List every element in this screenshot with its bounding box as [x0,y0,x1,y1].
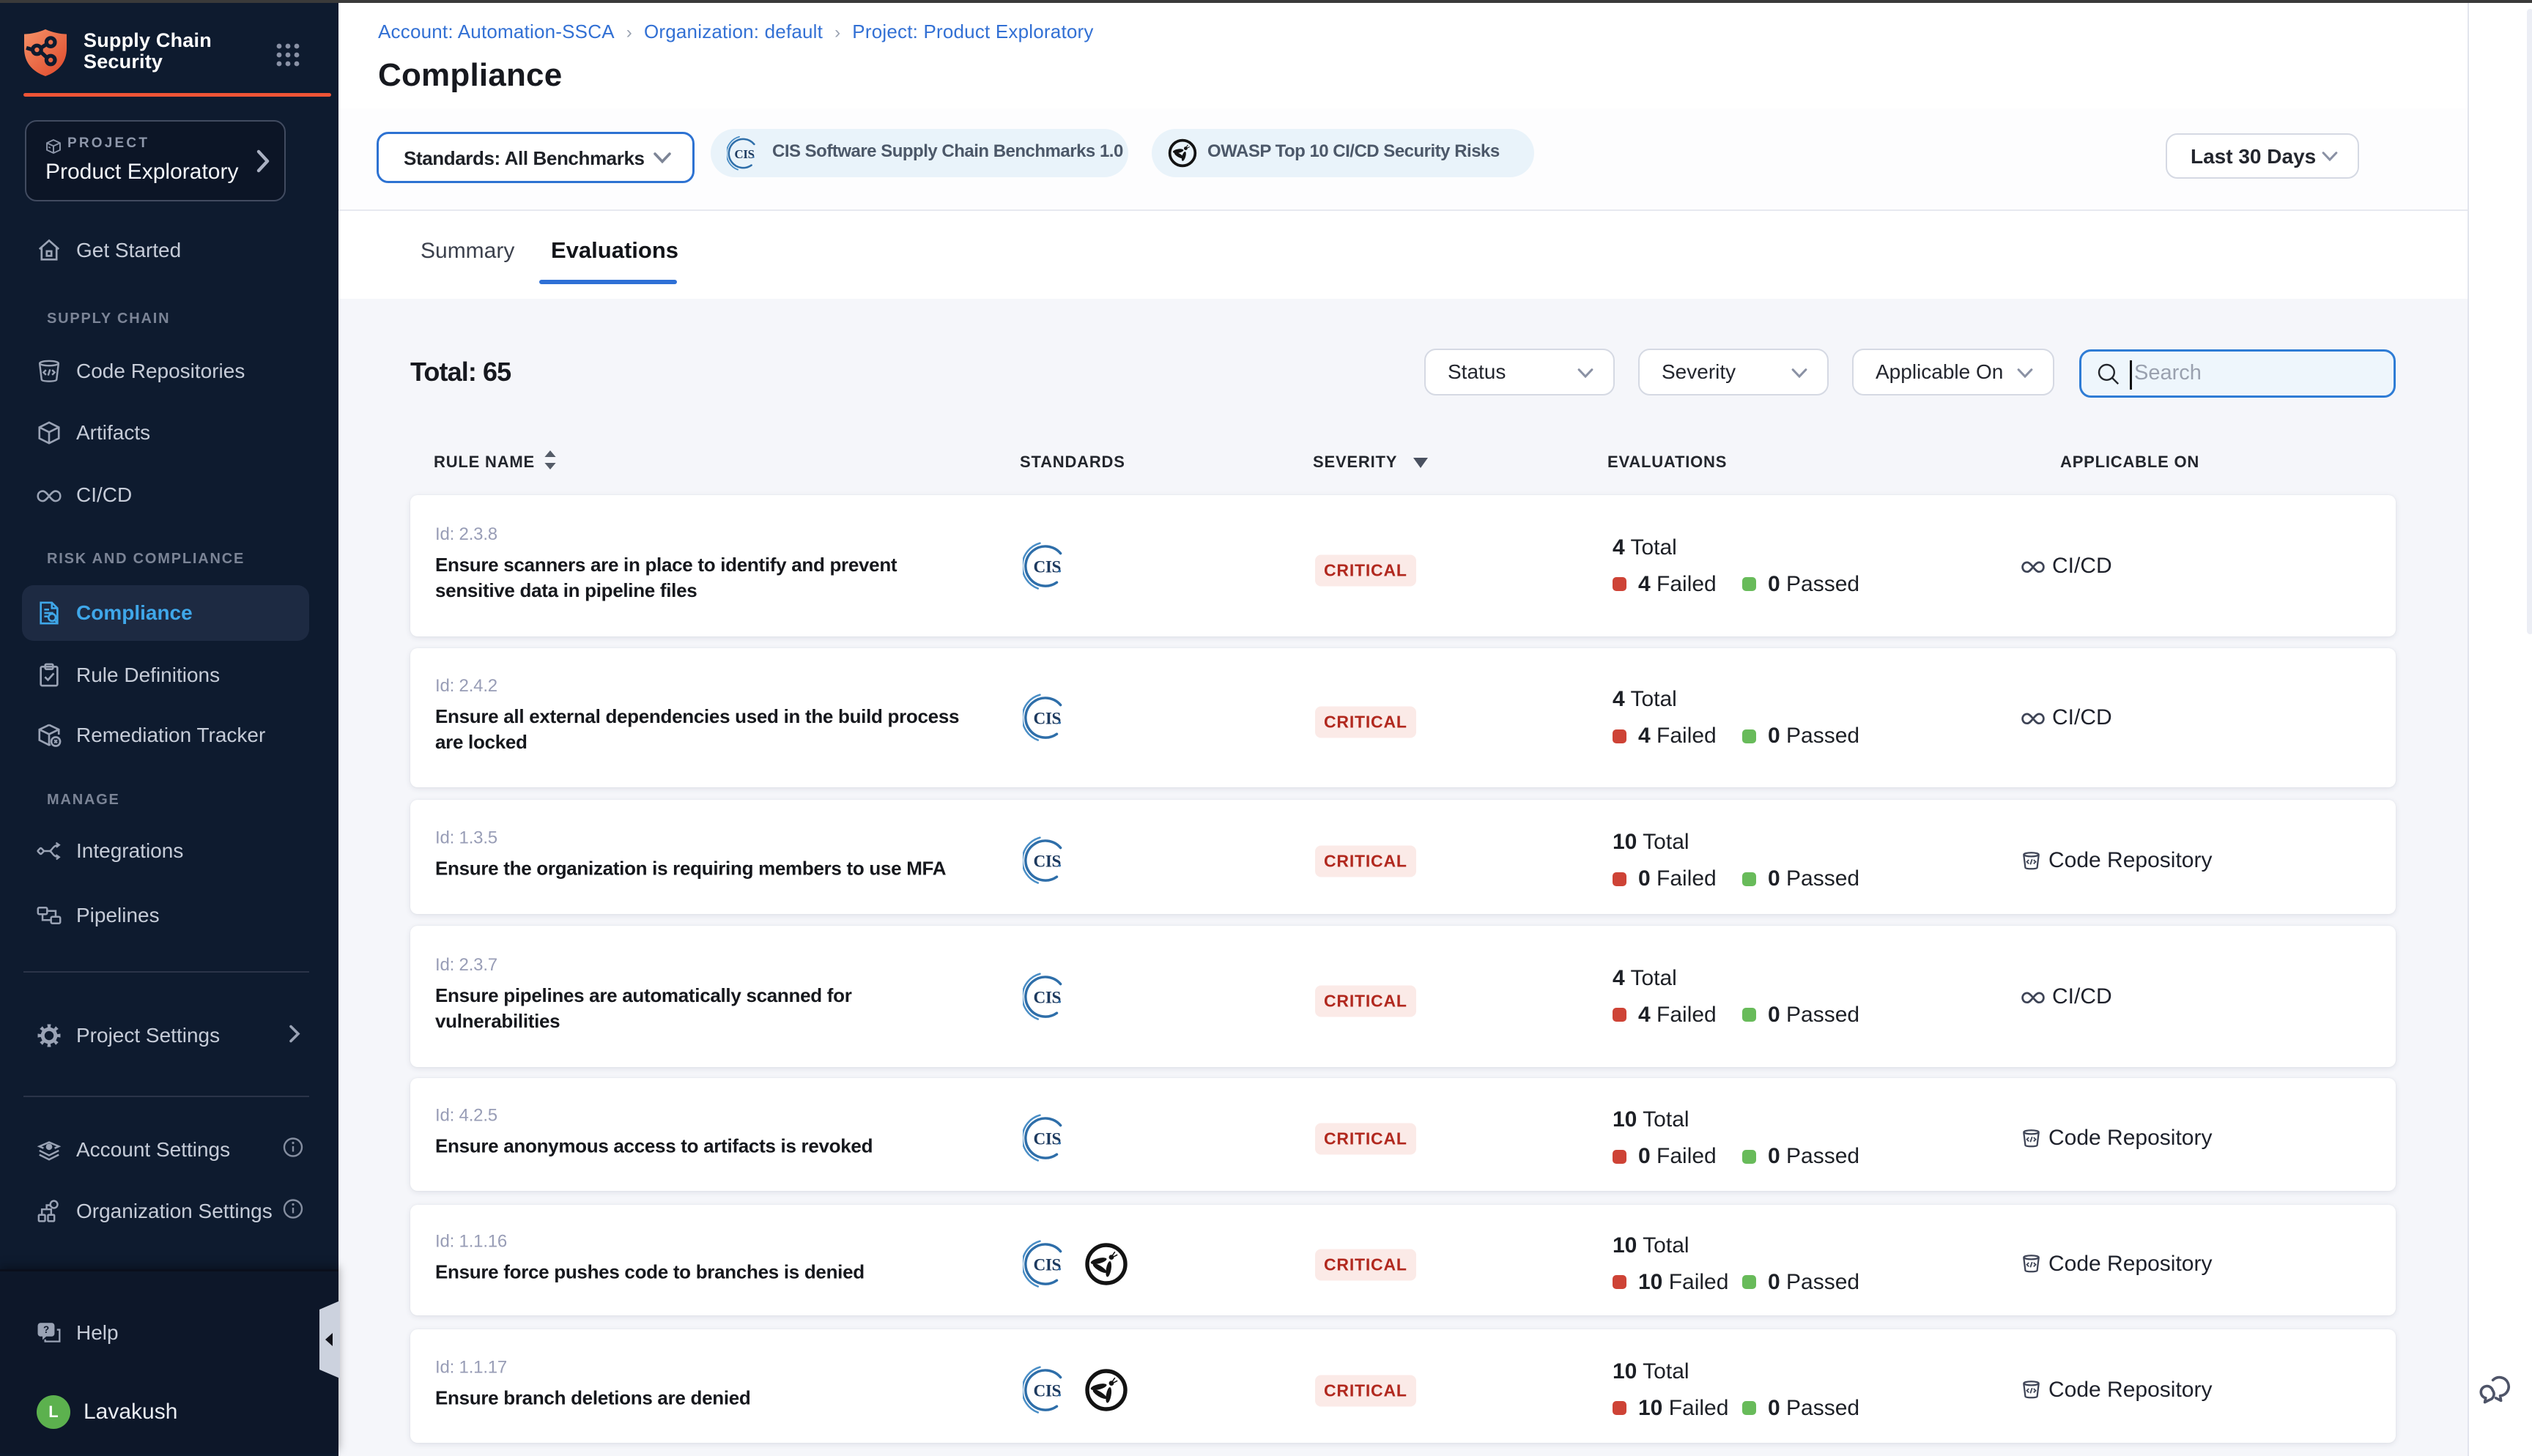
svg-text:?: ? [43,1324,49,1335]
